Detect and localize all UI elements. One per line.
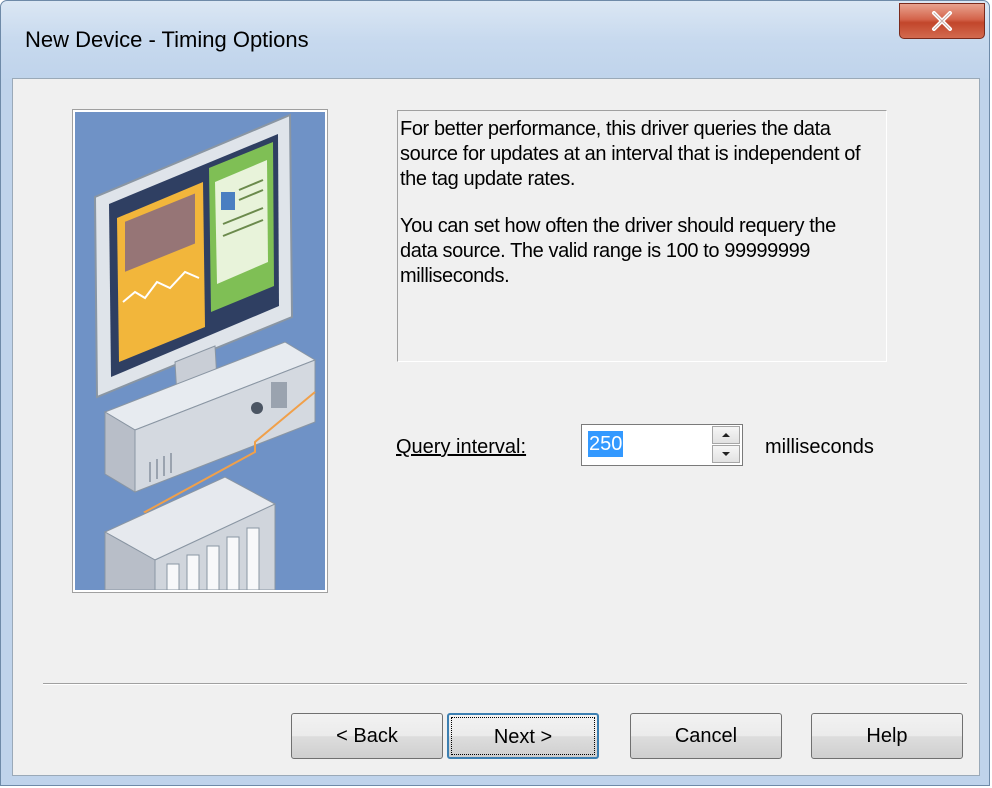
close-icon bbox=[932, 11, 952, 31]
cancel-button[interactable]: Cancel bbox=[630, 713, 782, 759]
query-interval-input[interactable] bbox=[584, 427, 708, 461]
dialog-window: New Device - Timing Options For better p… bbox=[0, 0, 990, 786]
arrow-down-icon bbox=[722, 452, 730, 456]
next-button[interactable]: Next > bbox=[447, 713, 599, 759]
computer-and-plc-illustration bbox=[72, 109, 328, 593]
help-button-label: Help bbox=[866, 725, 908, 747]
cancel-button-label: Cancel bbox=[674, 725, 738, 747]
window-title: New Device - Timing Options bbox=[25, 27, 309, 52]
dialog-body: For better performance, this driver quer… bbox=[12, 78, 980, 776]
description-paragraph-1: For better performance, this driver quer… bbox=[400, 118, 861, 190]
arrow-up-icon bbox=[722, 433, 730, 437]
next-button-label: Next > bbox=[493, 726, 553, 748]
separator-line bbox=[43, 683, 967, 685]
description-paragraph-2: You can set how often the driver should … bbox=[400, 215, 836, 287]
close-button[interactable] bbox=[899, 3, 985, 39]
milliseconds-label: milliseconds bbox=[765, 436, 874, 458]
query-interval-label-text: Query interval: bbox=[396, 436, 527, 458]
query-interval-label: Query interval: bbox=[396, 436, 526, 459]
back-button[interactable]: < Back bbox=[291, 713, 443, 759]
back-button-label: < Back bbox=[336, 725, 398, 747]
query-interval-spinbox[interactable]: 250 bbox=[581, 424, 743, 466]
help-button[interactable]: Help bbox=[811, 713, 963, 759]
spin-down-button[interactable] bbox=[712, 445, 740, 463]
description-box: For better performance, this driver quer… bbox=[397, 110, 887, 362]
spin-up-button[interactable] bbox=[712, 426, 740, 444]
